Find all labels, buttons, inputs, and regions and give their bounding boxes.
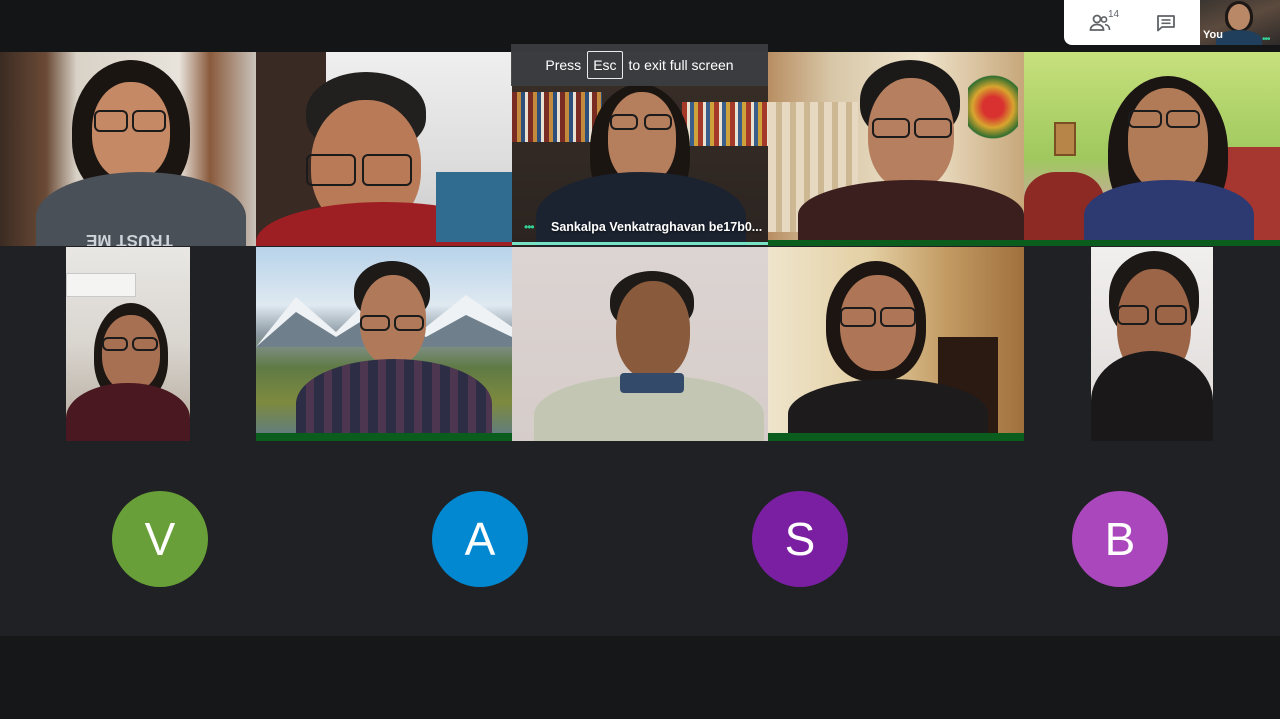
fullscreen-toast: Press Esc to exit full screen [511,44,768,86]
bottom-bar [0,636,1280,719]
audio-indicator-icon: ••• [524,220,535,234]
participant-tile[interactable] [256,247,512,441]
chat-icon [1157,15,1175,32]
toast-press-label: Press [545,57,582,73]
toast-suffix-label: to exit full screen [628,57,734,73]
participant-tile[interactable] [256,52,512,246]
active-speaker-name: Sankalpa Venkatraghavan be17b0... [551,220,763,234]
participant-tile[interactable] [1024,52,1280,246]
avatar-initial: S [784,513,816,565]
self-view-tile[interactable]: You ••• [1200,0,1280,45]
self-view-label: You [1203,29,1223,41]
participants-button[interactable]: 14 [1078,6,1122,40]
participant-tile[interactable]: TRUST ME [0,52,256,246]
participant-tile[interactable] [512,247,768,441]
participant-avatar[interactable]: S [752,491,848,587]
chat-button[interactable] [1144,6,1188,40]
participant-tile[interactable] [66,247,190,441]
active-speaker-indicator [512,242,768,245]
participant-avatar[interactable]: V [112,491,208,587]
audio-indicator-icon: ••• [1262,34,1270,45]
participant-avatar[interactable]: A [432,491,528,587]
participant-tile[interactable] [768,247,1024,441]
participant-avatar[interactable]: B [1072,491,1168,587]
avatar-initial: A [464,513,496,565]
esc-key-badge: Esc [587,51,623,79]
participant-tile[interactable] [768,52,1024,246]
avatar-initial: B [1104,513,1136,565]
avatar-initial: V [144,513,176,565]
participant-count: 14 [1108,9,1120,20]
shirt-text: TRUST ME [86,231,173,246]
participant-tile[interactable] [1091,247,1213,441]
meeting-stage: 14 You ••• TRUST ME Press Esc to exit fu… [0,0,1280,719]
